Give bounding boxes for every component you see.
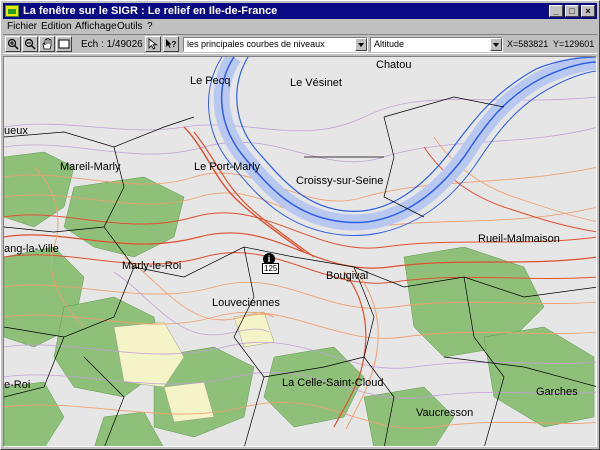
sigr-map-icon [5,5,19,17]
menu-edition[interactable]: Edition [41,20,72,33]
coord-x: X=583821 [507,39,549,49]
place-label: Chatou [376,59,412,71]
minimize-button[interactable]: _ [549,5,563,17]
road-number-label: 125 [262,263,280,274]
place-label: Le Port-Marly [194,161,261,173]
zoom-in-icon [7,38,19,50]
place-label: ang-la-Ville [4,243,59,255]
full-extent-button[interactable] [56,36,72,52]
place-label: Le Pecq [190,75,231,87]
pan-button[interactable] [39,36,55,52]
layer-select-value: les principales courbes de niveaux [187,39,325,49]
theme-select-value: Altitude [374,39,405,49]
place-label: Croissy-sur-Seine [296,175,384,187]
zoom-out-button[interactable] [22,36,38,52]
coord-y: Y=129601 [553,39,595,49]
theme-select[interactable]: Altitude [370,37,503,52]
place-label: e-Roi [4,379,31,391]
window-title: La fenêtre sur le SIGR : Le relief en Il… [23,5,278,17]
scale-label: Ech : 1/49026 [81,39,143,50]
arrow-pointer-icon [148,38,158,50]
place-label: Vaucresson [416,407,474,419]
menu-fichier[interactable]: Fichier [7,20,37,33]
application-window: La fenêtre sur le SIGR : Le relief en Il… [0,0,600,450]
select-button[interactable] [145,36,161,52]
menu-help[interactable]: ? [147,20,153,33]
place-label: Bougival [326,270,369,282]
place-label: Marly-le-Roi [122,260,182,272]
menu-outils[interactable]: Outils [117,20,143,33]
place-label: Louveciennes [212,297,280,309]
chevron-down-icon[interactable] [355,38,367,51]
place-label: Le Vésinet [290,77,342,89]
river-seine [208,57,596,237]
toolbar: Ech : 1/49026 ? les principales courbes … [3,34,597,54]
layer-select[interactable]: les principales courbes de niveaux [183,37,368,52]
rectangle-icon [58,39,70,49]
place-label: ueux [4,125,28,137]
help-pointer-icon: ? [166,39,177,49]
maximize-button[interactable]: □ [565,5,579,17]
close-button[interactable]: × [581,5,595,17]
query-button[interactable]: ? [163,36,179,52]
map-view[interactable]: Chatou Le Pecq Le Vésinet Mareil-Marly L… [3,56,597,447]
place-label: Mareil-Marly [60,161,121,173]
zoom-out-icon [24,38,36,50]
place-label: La Celle-Saint-Cloud [282,377,384,389]
zoom-in-button[interactable] [5,36,21,52]
menu-affichage[interactable]: Affichage [75,20,117,33]
hand-icon [42,38,52,50]
menu-bar: Fichier Edition Affichage Outils ? [3,20,597,33]
svg-text:?: ? [172,40,177,49]
chevron-down-icon[interactable] [490,38,502,51]
place-label: Rueil-Malmaison [478,233,560,245]
place-label: Garches [536,386,578,398]
title-bar[interactable]: La fenêtre sur le SIGR : Le relief en Il… [3,3,597,19]
forest-areas [4,151,595,446]
